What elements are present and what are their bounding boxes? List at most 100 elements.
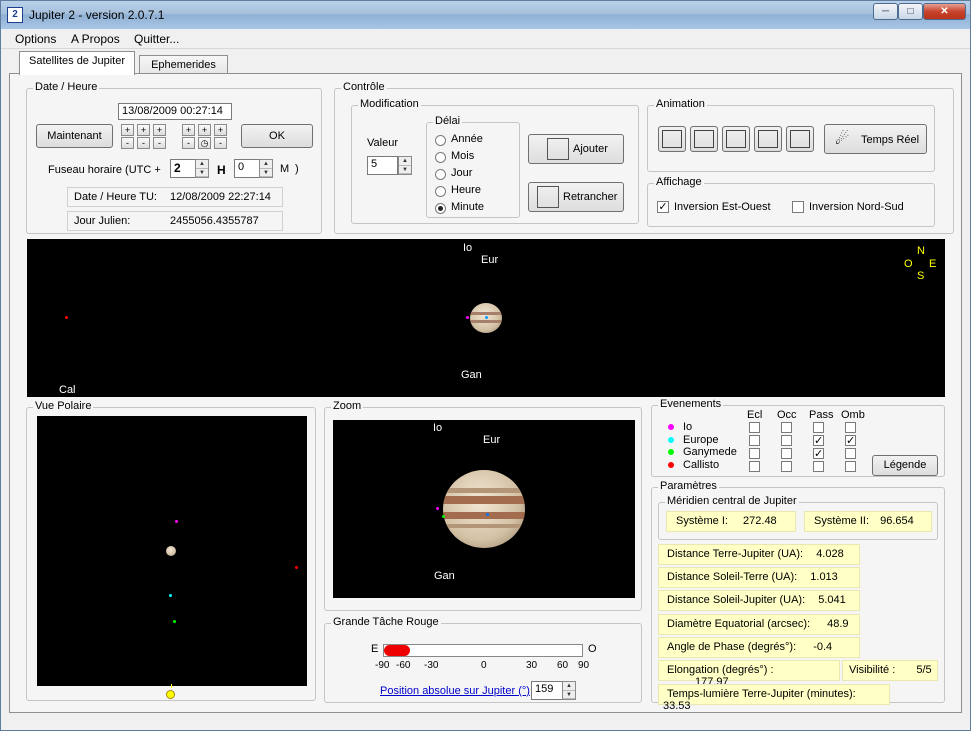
anim-fast-backward-button[interactable]	[658, 126, 686, 152]
system1-value: 272.48	[743, 515, 777, 527]
maximize-button[interactable]: □	[898, 3, 923, 20]
event-checkbox[interactable]	[781, 435, 792, 446]
title-bar[interactable]: 2 Jupiter 2 - version 2.0.7.1 ─ □ ✕	[1, 1, 970, 29]
event-checkbox[interactable]	[781, 422, 792, 433]
polar-view[interactable]	[37, 416, 307, 688]
legend-button[interactable]: Légende	[872, 455, 938, 476]
timezone-hours-spinner[interactable]: ▲ ▼	[195, 159, 209, 178]
callisto-label: Cal	[59, 384, 76, 396]
menu-apropos[interactable]: A Propos	[71, 32, 120, 46]
timezone-minutes-field[interactable]: 0	[234, 159, 260, 178]
year-plus-button[interactable]: +	[153, 124, 166, 136]
minimize-button[interactable]: ─	[873, 3, 898, 20]
month-plus-button[interactable]: +	[137, 124, 150, 136]
zoom-view[interactable]: Io Eur Gan	[333, 420, 635, 598]
event-checkbox[interactable]	[845, 422, 856, 433]
polar-ganymede-dot	[173, 620, 176, 623]
delai-heure-label[interactable]: Heure	[451, 184, 481, 196]
menu-options[interactable]: Options	[15, 32, 56, 46]
system2-value: 96.654	[880, 515, 914, 527]
east-west-label[interactable]: Inversion Est-Ouest	[674, 201, 771, 213]
events-group-label: Evenements	[658, 398, 724, 410]
minimize-icon: ─	[881, 6, 890, 17]
day-plus-button[interactable]: +	[121, 124, 134, 136]
ajouter-button[interactable]: Ajouter	[528, 134, 624, 164]
anim-backward-button[interactable]	[690, 126, 718, 152]
realtime-label: Temps Réel	[861, 134, 920, 146]
clock-icon[interactable]: ◷	[198, 137, 211, 149]
grs-position-spinner[interactable]: ▲ ▼	[562, 681, 576, 700]
anim-fast-forward-button[interactable]	[786, 126, 814, 152]
events-row-io: Io	[683, 421, 693, 433]
events-group: Evenements Ecl Occ Pass Omb Io Europe Ga…	[651, 398, 945, 477]
app-icon: 2	[7, 7, 23, 23]
datetime-field[interactable]: 13/08/2009 00:27:14	[118, 103, 232, 120]
realtime-button[interactable]: ☄ Temps Réel	[824, 124, 927, 154]
delai-minute-radio[interactable]	[435, 203, 446, 214]
event-checkbox[interactable]	[845, 461, 856, 472]
meridien-group-label: Méridien central de Jupiter	[665, 495, 799, 507]
event-checkbox[interactable]: ✓	[813, 448, 824, 460]
compass-west: O	[904, 258, 913, 270]
north-south-checkbox[interactable]	[792, 201, 804, 213]
system2-label: Système II:	[814, 515, 870, 527]
delai-mois-radio[interactable]	[435, 152, 446, 163]
day-minus-button[interactable]: -	[121, 137, 134, 149]
event-checkbox[interactable]	[749, 461, 760, 472]
year-minus-button[interactable]: -	[153, 137, 166, 149]
system1-box: Système I: 272.48	[666, 511, 796, 532]
valeur-spinner[interactable]: ▲ ▼	[398, 156, 412, 175]
dist-sj-label: Distance Soleil-Jupiter (UA):	[667, 594, 806, 606]
delai-jour-label[interactable]: Jour	[451, 167, 472, 179]
retrancher-button[interactable]: Retrancher	[528, 182, 624, 212]
diam-box: Diamètre Equatorial (arcsec): 48.9	[658, 614, 860, 635]
menu-quitter[interactable]: Quitter...	[134, 32, 179, 46]
now-button[interactable]: Maintenant	[36, 124, 113, 148]
delai-jour-radio[interactable]	[435, 169, 446, 180]
jd-value: 2455056.4355787	[170, 215, 259, 227]
minute-plus-button[interactable]: +	[198, 124, 211, 136]
timezone-hours-field[interactable]: 2	[170, 159, 196, 178]
tab-satellites[interactable]: Satellites de Jupiter	[19, 51, 135, 75]
event-checkbox[interactable]: ✓	[813, 435, 824, 447]
event-checkbox[interactable]	[781, 448, 792, 459]
delai-annee-label[interactable]: Année	[451, 133, 483, 145]
delai-minute-label[interactable]: Minute	[451, 201, 484, 213]
second-plus-button[interactable]: +	[214, 124, 227, 136]
event-checkbox[interactable]	[749, 422, 760, 433]
compass-north: N	[917, 245, 925, 257]
grs-position-link[interactable]: Position absolue sur Jupiter (°)	[380, 685, 530, 697]
hour-minus-button[interactable]: -	[182, 137, 195, 149]
event-checkbox[interactable]	[845, 448, 856, 459]
main-sky-view[interactable]: Io Eur Gan Cal N O E S	[27, 239, 945, 397]
europa-color-dot	[668, 437, 674, 443]
phase-label: Angle de Phase (degrés°):	[667, 641, 797, 653]
event-checkbox[interactable]	[813, 461, 824, 472]
east-west-checkbox[interactable]: ✓	[657, 201, 669, 213]
ganymede-label: Gan	[461, 369, 482, 381]
grs-scale-bar	[383, 644, 583, 657]
delai-group: Délai Année Mois Jour Heure Minute	[426, 115, 520, 218]
second-minus-button[interactable]: -	[214, 137, 227, 149]
event-checkbox[interactable]	[781, 461, 792, 472]
ok-button[interactable]: OK	[241, 124, 313, 148]
event-checkbox[interactable]	[813, 422, 824, 433]
polar-europa-dot	[169, 594, 172, 597]
event-checkbox[interactable]	[749, 435, 760, 446]
event-checkbox[interactable]	[749, 448, 760, 459]
north-south-label[interactable]: Inversion Nord-Sud	[809, 201, 904, 213]
event-checkbox[interactable]: ✓	[845, 435, 856, 447]
timezone-minutes-spinner[interactable]: ▲ ▼	[259, 159, 273, 178]
anim-forward-button[interactable]	[754, 126, 782, 152]
delai-mois-label[interactable]: Mois	[451, 150, 474, 162]
grs-position-field[interactable]: 159	[531, 681, 563, 700]
month-minus-button[interactable]: -	[137, 137, 150, 149]
valeur-field[interactable]: 5	[367, 156, 398, 175]
delai-annee-radio[interactable]	[435, 135, 446, 146]
close-button[interactable]: ✕	[923, 3, 966, 20]
zoom-europa-dot	[486, 513, 489, 516]
anim-pause-button[interactable]	[722, 126, 750, 152]
hour-plus-button[interactable]: +	[182, 124, 195, 136]
delai-heure-radio[interactable]	[435, 186, 446, 197]
telescope-icon: ☄	[835, 131, 850, 148]
